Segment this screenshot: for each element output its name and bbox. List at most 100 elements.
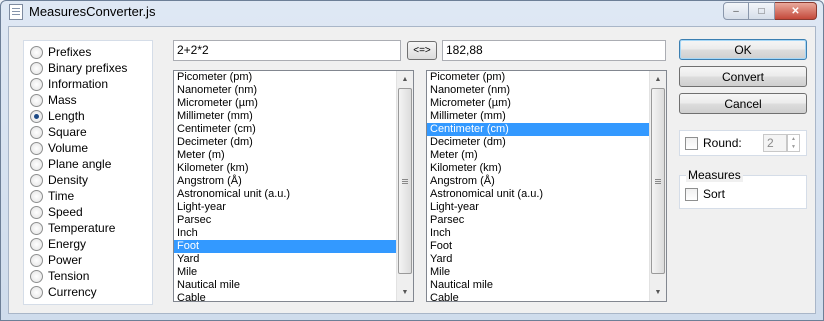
list-item[interactable]: Astronomical unit (a.u.) xyxy=(427,188,650,201)
list-item[interactable]: Yard xyxy=(174,253,397,266)
list-item[interactable]: Parsec xyxy=(174,214,397,227)
radio-length[interactable]: Length xyxy=(30,108,85,124)
list-item[interactable]: Light-year xyxy=(174,201,397,214)
list-item[interactable]: Foot xyxy=(174,240,397,253)
round-digits-spinner[interactable]: 2 ▲ ▼ xyxy=(763,134,801,152)
close-button[interactable]: ✕ xyxy=(775,2,817,20)
radio-time[interactable]: Time xyxy=(30,188,74,204)
radio-button-icon[interactable] xyxy=(30,205,43,219)
sort-checkbox-box[interactable] xyxy=(685,187,698,201)
minimize-button[interactable]: – xyxy=(723,2,749,20)
sort-checkbox[interactable]: Sort xyxy=(685,187,725,201)
list-item[interactable]: Yard xyxy=(427,253,650,266)
radio-currency[interactable]: Currency xyxy=(30,284,97,300)
round-checkbox[interactable]: Round: xyxy=(685,136,742,150)
radio-square[interactable]: Square xyxy=(30,124,87,140)
radio-button-icon[interactable] xyxy=(30,141,43,155)
list-item[interactable]: Kilometer (km) xyxy=(174,162,397,175)
radio-button-icon[interactable] xyxy=(30,45,43,59)
radio-button-icon[interactable] xyxy=(30,157,43,171)
list-item[interactable]: Angstrom (Å) xyxy=(174,175,397,188)
app-window: MeasuresConverter.js – □ ✕ Prefixes Binar… xyxy=(0,0,824,321)
radio-temperature[interactable]: Temperature xyxy=(30,220,115,236)
swap-button[interactable]: <=> xyxy=(407,41,437,60)
radio-label: Power xyxy=(48,253,83,267)
list-item[interactable]: Inch xyxy=(427,227,650,240)
list-item[interactable]: Millimeter (mm) xyxy=(174,110,397,123)
from-list-scrollbar[interactable]: ▲ ▼ xyxy=(396,71,413,301)
list-item[interactable]: Meter (m) xyxy=(174,149,397,162)
convert-button[interactable]: Convert xyxy=(679,66,807,87)
list-item[interactable]: Nanometer (nm) xyxy=(427,84,650,97)
expression-input[interactable]: 2+2*2 xyxy=(173,40,401,61)
list-item[interactable]: Picometer (pm) xyxy=(427,71,650,84)
list-item[interactable]: Kilometer (km) xyxy=(427,162,650,175)
list-item[interactable]: Micrometer (µm) xyxy=(427,97,650,110)
scroll-thumb[interactable] xyxy=(651,88,665,274)
list-item[interactable]: Picometer (pm) xyxy=(174,71,397,84)
radio-binary-prefixes[interactable]: Binary prefixes xyxy=(30,60,127,76)
radio-button-icon[interactable] xyxy=(30,237,43,251)
list-item[interactable]: Cable xyxy=(174,292,397,301)
result-field[interactable]: 182,88 xyxy=(442,40,666,61)
list-item[interactable]: Decimeter (dm) xyxy=(174,136,397,149)
radio-button-icon[interactable] xyxy=(30,173,43,187)
radio-button-icon[interactable] xyxy=(30,221,43,235)
list-item[interactable]: Light-year xyxy=(427,201,650,214)
radio-button-icon[interactable] xyxy=(30,77,43,91)
radio-button-icon[interactable] xyxy=(30,189,43,203)
list-item[interactable]: Parsec xyxy=(427,214,650,227)
list-item[interactable]: Micrometer (µm) xyxy=(174,97,397,110)
list-item[interactable]: Foot xyxy=(427,240,650,253)
round-digits-value[interactable]: 2 xyxy=(763,134,787,152)
scroll-thumb[interactable] xyxy=(398,88,412,274)
radio-plane-angle[interactable]: Plane angle xyxy=(30,156,111,172)
radio-speed[interactable]: Speed xyxy=(30,204,83,220)
from-unit-list[interactable]: Picometer (pm) Nanometer (nm) Micrometer (… xyxy=(173,70,414,302)
scroll-down-arrow-icon[interactable]: ▼ xyxy=(397,284,413,301)
round-checkbox-box[interactable] xyxy=(685,136,698,150)
list-item[interactable]: Nautical mile xyxy=(427,279,650,292)
radio-button-icon[interactable] xyxy=(30,269,43,283)
spin-up-icon[interactable]: ▲ xyxy=(788,135,799,143)
list-item[interactable]: Meter (m) xyxy=(427,149,650,162)
radio-energy[interactable]: Energy xyxy=(30,236,86,252)
radio-density[interactable]: Density xyxy=(30,172,88,188)
list-item[interactable]: Angstrom (Å) xyxy=(427,175,650,188)
cancel-button[interactable]: Cancel xyxy=(679,93,807,114)
radio-mass[interactable]: Mass xyxy=(30,92,77,108)
list-item[interactable]: Nautical mile xyxy=(174,279,397,292)
spin-down-icon[interactable]: ▼ xyxy=(788,143,799,151)
window-controls: – □ ✕ xyxy=(723,2,817,20)
list-item[interactable]: Decimeter (dm) xyxy=(427,136,650,149)
radio-tension[interactable]: Tension xyxy=(30,268,89,284)
radio-volume[interactable]: Volume xyxy=(30,140,88,156)
radio-button-icon[interactable] xyxy=(30,93,43,107)
list-item[interactable]: Astronomical unit (a.u.) xyxy=(174,188,397,201)
radio-information[interactable]: Information xyxy=(30,76,108,92)
scroll-up-arrow-icon[interactable]: ▲ xyxy=(397,71,413,88)
list-item[interactable]: Mile xyxy=(427,266,650,279)
radio-button-icon[interactable] xyxy=(30,125,43,139)
to-list-scrollbar[interactable]: ▲ ▼ xyxy=(649,71,666,301)
radio-button-icon[interactable] xyxy=(30,61,43,75)
list-item[interactable]: Nanometer (nm) xyxy=(174,84,397,97)
radio-button-icon[interactable] xyxy=(30,253,43,267)
radio-button-icon[interactable] xyxy=(30,109,43,123)
to-unit-list[interactable]: Picometer (pm) Nanometer (nm) Micrometer (… xyxy=(426,70,667,302)
radio-prefixes[interactable]: Prefixes xyxy=(30,44,91,60)
radio-power[interactable]: Power xyxy=(30,252,82,268)
scroll-down-arrow-icon[interactable]: ▼ xyxy=(650,284,666,301)
list-item[interactable]: Mile xyxy=(174,266,397,279)
ok-button[interactable]: OK xyxy=(679,39,807,60)
title-bar[interactable]: MeasuresConverter.js – □ ✕ xyxy=(1,1,823,23)
maximize-button[interactable]: □ xyxy=(749,2,775,20)
scroll-up-arrow-icon[interactable]: ▲ xyxy=(650,71,666,88)
list-item[interactable]: Inch xyxy=(174,227,397,240)
list-item[interactable]: Centimeter (cm) xyxy=(427,123,650,136)
list-item[interactable]: Millimeter (mm) xyxy=(427,110,650,123)
spinner-buttons[interactable]: ▲ ▼ xyxy=(787,134,800,152)
list-item[interactable]: Cable xyxy=(427,292,650,301)
list-item[interactable]: Centimeter (cm) xyxy=(174,123,397,136)
radio-button-icon[interactable] xyxy=(30,285,43,299)
